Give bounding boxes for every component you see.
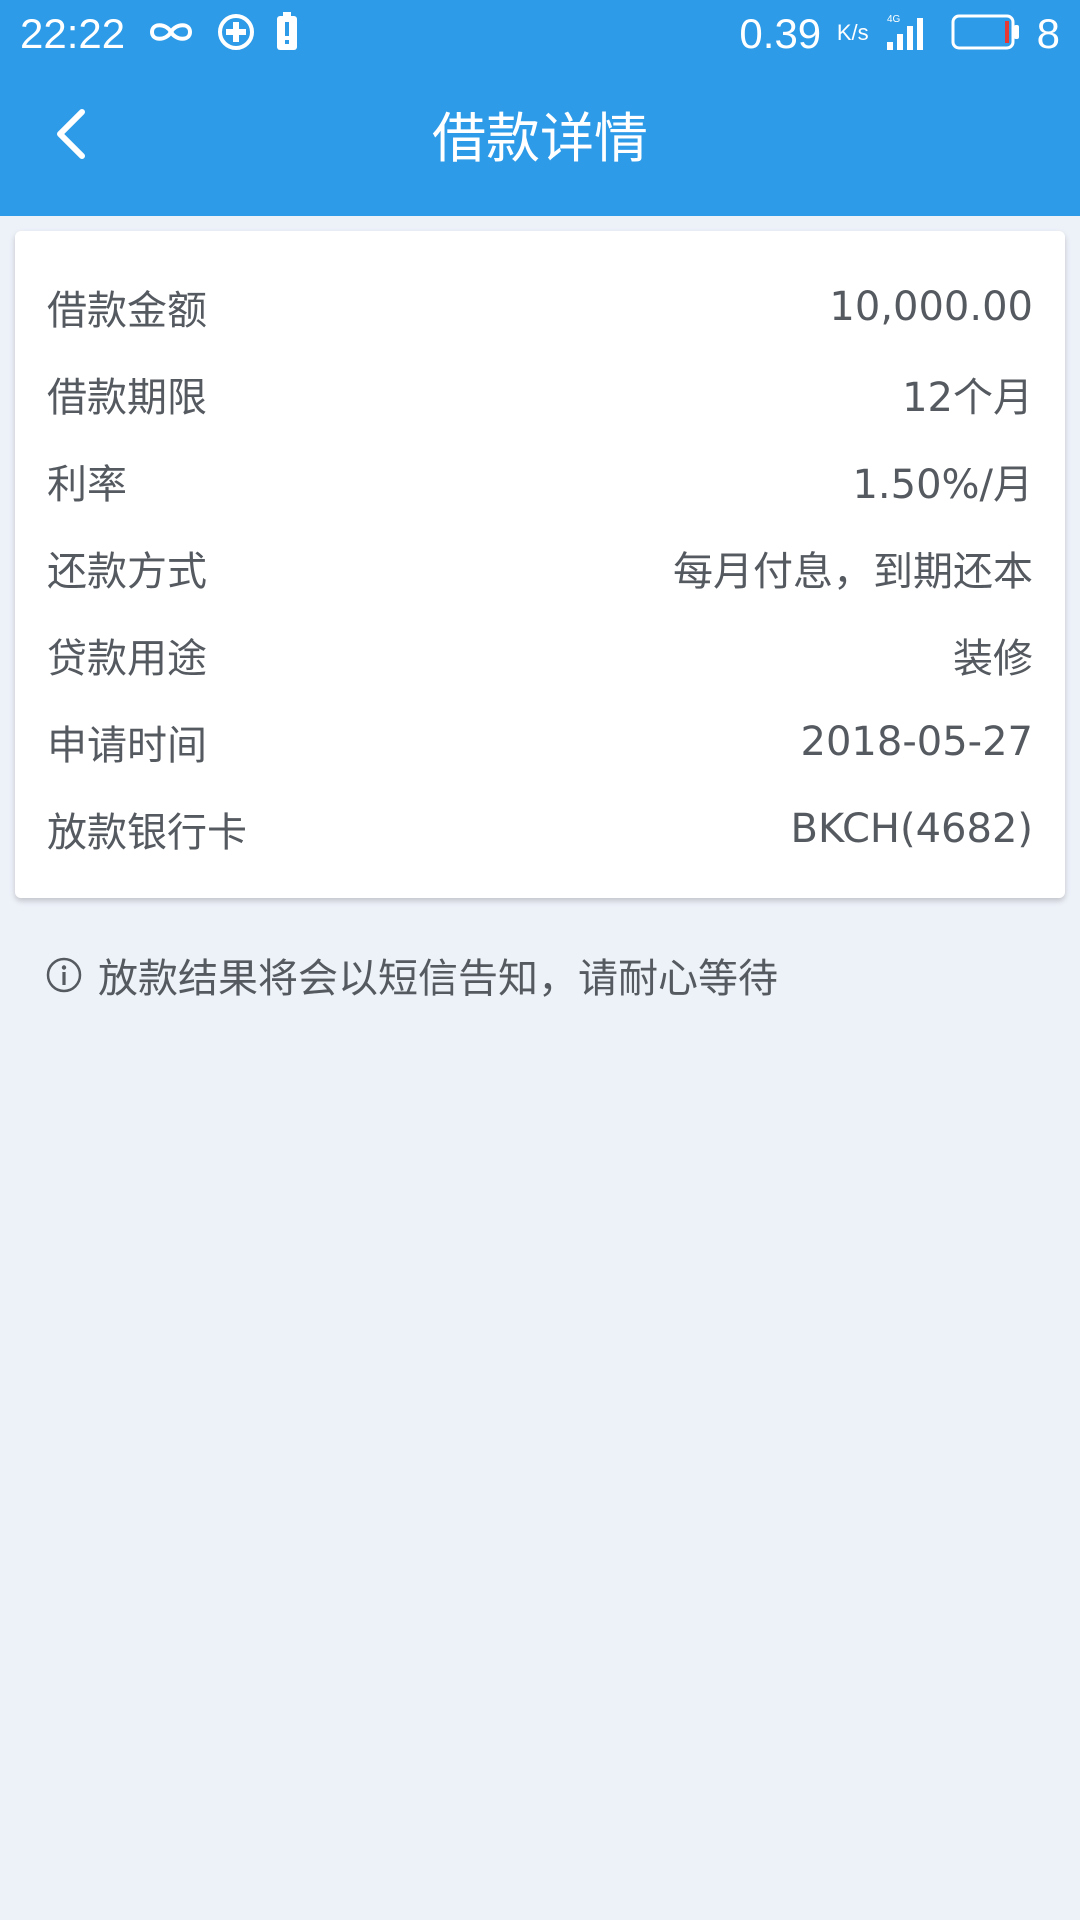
detail-row-term: 借款期限 12个月: [47, 350, 1033, 437]
detail-label: 放款银行卡: [47, 809, 247, 856]
detail-value: 10,000.00: [829, 283, 1033, 330]
net-speed-unit: K/s: [836, 20, 869, 45]
battery-icon: [951, 14, 1021, 55]
detail-label: 利率: [47, 461, 127, 508]
detail-label: 借款金额: [47, 287, 207, 334]
detail-value: 每月付息，到期还本: [673, 548, 1033, 595]
detail-row-rate: 利率 1.50%/月: [47, 437, 1033, 524]
detail-value: 12个月: [902, 374, 1033, 421]
status-bar: 22:22 0.39 K/s 4G 8: [0, 0, 1080, 68]
detail-row-bank-card: 放款银行卡 BKCH(4682): [47, 785, 1033, 872]
net-speed: 0.39 K/s: [739, 8, 868, 60]
battery-alert-icon: [276, 12, 298, 56]
detail-row-repayment: 还款方式 每月付息，到期还本: [47, 524, 1033, 611]
battery-level: 8: [1036, 10, 1060, 57]
net-speed-value: 0.39: [739, 10, 822, 57]
page-title: 借款详情: [432, 107, 648, 170]
notice-text: 放款结果将会以短信告知，请耐心等待: [98, 956, 778, 1002]
sync-icon: [216, 12, 256, 56]
status-left-icons: [146, 10, 298, 58]
status-right: 0.39 K/s 4G 8: [739, 8, 1060, 60]
detail-value: 1.50%/月: [852, 461, 1033, 508]
detail-row-purpose: 贷款用途 装修: [47, 611, 1033, 698]
signal-icon: 4G: [885, 12, 935, 57]
detail-value: 2018-05-27: [800, 718, 1033, 765]
detail-value: BKCH(4682): [790, 805, 1034, 852]
network-type-label: 4G: [887, 14, 901, 25]
app-header: 22:22 0.39 K/s 4G 8 借款详情: [0, 0, 1080, 216]
detail-label: 贷款用途: [47, 635, 207, 682]
detail-row-amount: 借款金额 10,000.00: [47, 263, 1033, 350]
disbursement-notice: 放款结果将会以短信告知，请耐心等待: [46, 947, 778, 1003]
detail-value: 装修: [953, 635, 1033, 682]
detail-label: 还款方式: [47, 548, 207, 595]
detail-row-apply-time: 申请时间 2018-05-27: [47, 698, 1033, 785]
detail-label: 申请时间: [47, 722, 207, 769]
status-time: 22:22: [20, 10, 126, 57]
info-icon: [46, 957, 82, 993]
loan-details-card: 借款金额 10,000.00 借款期限 12个月 利率 1.50%/月 还款方式…: [15, 231, 1065, 898]
infinity-icon: [146, 17, 196, 51]
navigation-bar: 借款详情: [0, 68, 1080, 216]
detail-label: 借款期限: [47, 374, 207, 421]
